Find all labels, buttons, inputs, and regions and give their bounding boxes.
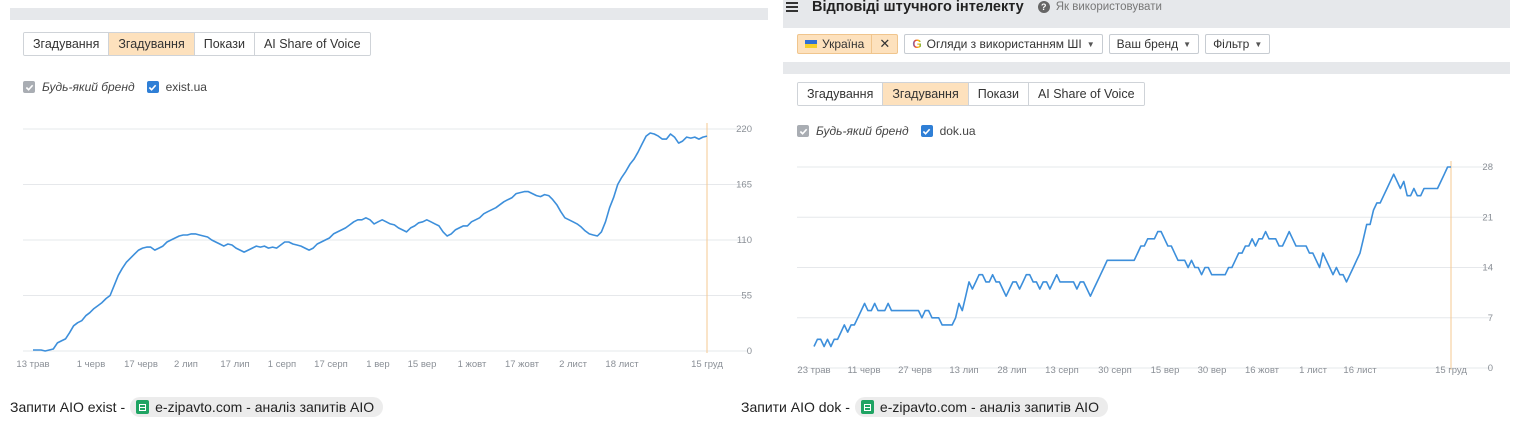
right-y-tick-label: 7	[1488, 313, 1493, 324]
left-sheet-link-label: e-zipavto.com - аналіз запитів AIO	[155, 399, 375, 415]
right-y-tick-label: 21	[1482, 212, 1493, 223]
left-caption: Запити AIO exist - e-zipavto.com - аналі…	[10, 397, 384, 417]
google-sheets-icon	[860, 400, 874, 414]
right-x-tick-label: 27 черв	[898, 365, 932, 376]
right-x-tick-label: 16 жовт	[1245, 365, 1280, 376]
left-sheet-link-chip[interactable]: e-zipavto.com - аналіз запитів AIO	[130, 397, 384, 417]
right-x-tick-label: 15 вер	[1151, 365, 1180, 376]
right-x-tick-label: 30 серп	[1098, 365, 1132, 376]
right-x-tick-label: 11 черв	[847, 365, 880, 376]
right-caption: Запити AIO dok - e-zipavto.com - аналіз …	[741, 397, 1108, 417]
right-sheet-link-chip[interactable]: e-zipavto.com - аналіз запитів AIO	[854, 397, 1108, 417]
right-mentions-chart: 28 21 14 7 0 23 трав 11 черв 27 черв 13 лип 28 ли…	[797, 161, 1493, 376]
right-x-tick-label: 15 груд	[1435, 365, 1467, 376]
google-sheets-icon	[136, 400, 150, 414]
right-x-tick-label: 16 лист	[1343, 365, 1377, 376]
right-x-tick-label: 28 лип	[997, 365, 1026, 376]
right-sheet-link-label: e-zipavto.com - аналіз запитів AIO	[879, 399, 1099, 415]
right-x-tick-label: 1 лист	[1299, 365, 1328, 376]
right-y-tick-label: 28	[1482, 162, 1493, 173]
right-x-tick-label: 13 серп	[1045, 365, 1079, 376]
right-caption-text: Запити AIO dok -	[741, 399, 850, 415]
right-y-tick-label: 0	[1488, 363, 1493, 374]
right-x-tick-label: 30 вер	[1198, 365, 1227, 376]
right-x-tick-label: 13 лип	[949, 365, 978, 376]
right-y-tick-label: 14	[1482, 263, 1493, 274]
right-series-line[interactable]	[813, 166, 1451, 348]
left-caption-text: Запити AIO exist -	[10, 399, 126, 415]
right-x-tick-label: 23 трав	[797, 365, 830, 376]
